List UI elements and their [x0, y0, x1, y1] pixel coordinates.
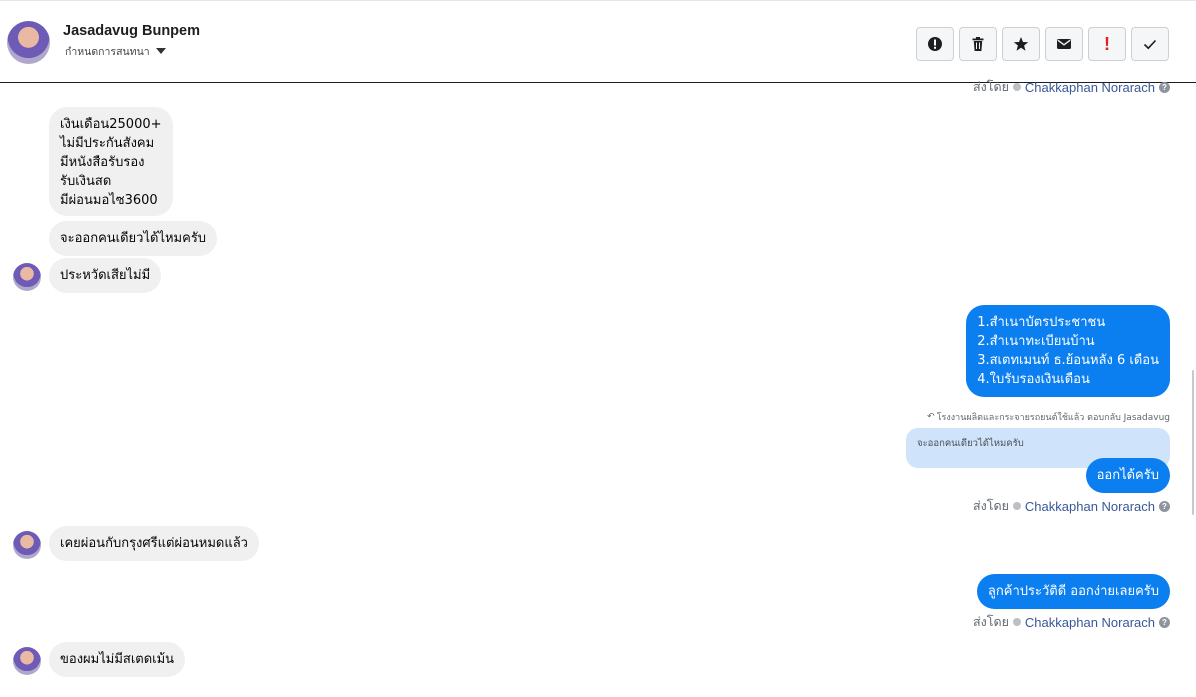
conversation-header: Jasadavug Bunpem กำหนดการสนทนา !	[0, 0, 1196, 83]
message-line: มีหนังสือรับรอง	[60, 155, 145, 170]
trash-icon	[972, 37, 984, 51]
contact-avatar-small[interactable]	[13, 647, 41, 675]
agent-name-link[interactable]: Chakkaphan Norarach	[1025, 615, 1155, 630]
reply-note-text: โรงงานผลิตและกระจายรถยนต์ใช้แล้ว ตอบกลับ…	[936, 413, 1170, 423]
reply-context-note: ↶ โรงงานผลิตและกระจายรถยนต์ใช้แล้ว ตอบกล…	[927, 410, 1170, 424]
scrollbar[interactable]	[1192, 370, 1194, 515]
message-line: 4.ใบรับรองเงินเดือน	[977, 372, 1090, 387]
contact-avatar[interactable]	[7, 21, 50, 64]
contact-avatar-small[interactable]	[13, 531, 41, 559]
outgoing-message: 1.สำเนาบัตรประชาชน 2.สำเนาทะเบียนบ้าน 3.…	[966, 305, 1170, 397]
help-icon[interactable]: ?	[1159, 500, 1170, 512]
help-icon[interactable]: ?	[1159, 616, 1170, 628]
header-toolbar: !	[916, 27, 1169, 61]
incoming-message: ประหวัดเสียไม่มี	[49, 258, 162, 293]
outgoing-message: ลูกค้าประวัติดี ออกง่ายเลยครับ	[976, 574, 1170, 609]
mark-important-button[interactable]: !	[1088, 27, 1126, 61]
incoming-message: เงินเดือน25000+ ไม่มีประกันสังคม มีหนังส…	[49, 107, 173, 216]
reply-arrow-icon: ↶	[927, 412, 935, 422]
incoming-message: จะออกคนเดียวได้ไหมครับ	[49, 221, 218, 256]
conversation-settings-label: กำหนดการสนทนา	[65, 45, 150, 58]
contact-avatar-small[interactable]	[13, 263, 41, 291]
sent-by-label: ส่งโดย Chakkaphan Norarach ?	[973, 496, 1170, 516]
message-line: เงินเดือน25000+	[60, 117, 162, 132]
star-icon	[1013, 37, 1029, 51]
agent-status-icon	[1012, 502, 1021, 510]
sent-by-prefix: ส่งโดย	[973, 615, 1009, 629]
help-icon[interactable]: ?	[1159, 81, 1170, 93]
message-line: 2.สำเนาทะเบียนบ้าน	[977, 334, 1095, 349]
sent-by-prefix: ส่งโดย	[973, 499, 1009, 513]
outgoing-message: ออกได้ครับ	[1085, 458, 1170, 493]
sent-by-label: ส่งโดย Chakkaphan Norarach ?	[973, 77, 1170, 97]
check-icon	[1143, 39, 1157, 50]
sent-by-label: ส่งโดย Chakkaphan Norarach ?	[973, 612, 1170, 632]
agent-name-link[interactable]: Chakkaphan Norarach	[1025, 80, 1155, 95]
message-line: ไม่มีประกันสังคม	[60, 136, 155, 151]
incoming-message: ของผมไม่มีสเตดเม้น	[49, 642, 186, 677]
conversation-settings-dropdown[interactable]: กำหนดการสนทนา	[65, 45, 166, 57]
done-button[interactable]	[1131, 27, 1169, 61]
contact-name[interactable]: Jasadavug Bunpem	[63, 23, 200, 39]
star-button[interactable]	[1002, 27, 1040, 61]
agent-status-icon	[1012, 618, 1021, 626]
message-line: รับเงินสด	[60, 174, 112, 189]
message-line: 3.สเตทเมนท์ ธ.ย้อนหลัง 6 เดือน	[977, 353, 1159, 368]
sent-by-prefix: ส่งโดย	[973, 80, 1009, 94]
agent-status-icon	[1012, 83, 1021, 91]
caret-down-icon	[155, 48, 166, 54]
mail-button[interactable]	[1045, 27, 1083, 61]
delete-button[interactable]	[959, 27, 997, 61]
agent-name-link[interactable]: Chakkaphan Norarach	[1025, 499, 1155, 514]
exclamation-circle-icon	[928, 37, 942, 51]
envelope-icon	[1057, 39, 1071, 49]
alert-button[interactable]	[916, 27, 954, 61]
incoming-message: เคยผ่อนกับกรุงศรีแต่ผ่อนหมดแล้ว	[49, 526, 259, 561]
message-line: 1.สำเนาบัตรประชาชน	[977, 315, 1106, 330]
exclamation-icon: !	[1104, 33, 1110, 54]
message-line: มีผ่อนมอไซ3600	[60, 193, 158, 208]
